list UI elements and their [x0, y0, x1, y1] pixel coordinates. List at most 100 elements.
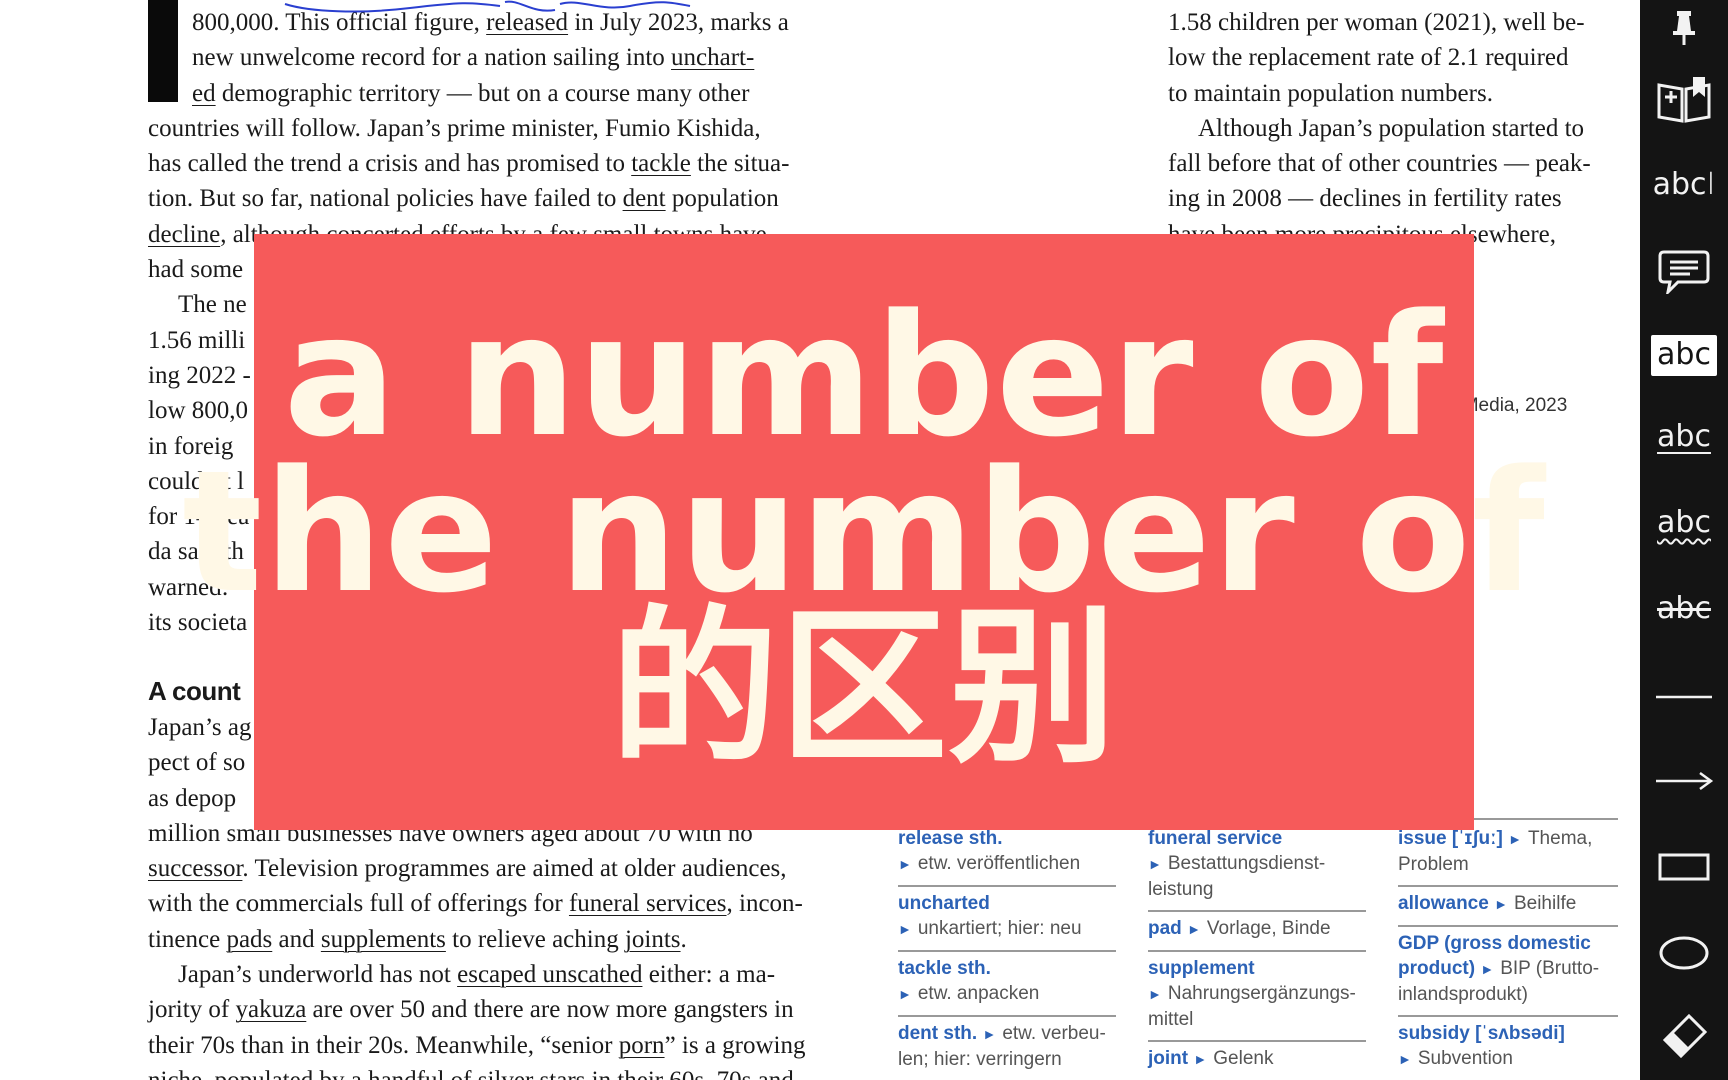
underlined-vocab-word: ed	[192, 79, 216, 107]
text-segment: new unwelcome record for a nation sailin…	[192, 44, 672, 72]
highlight-label: abc	[1651, 334, 1717, 376]
squiggly-tool-button[interactable]: abc	[1640, 488, 1728, 558]
text-line: to maintain population numbers.	[1168, 76, 1618, 111]
ellipse-icon	[1659, 936, 1709, 970]
eraser-tool-button[interactable]	[1640, 1000, 1728, 1070]
line-tool-button[interactable]	[1640, 662, 1728, 732]
arrow-icon: ►	[898, 856, 912, 872]
text-segment: demographic territory — but on a course …	[215, 79, 750, 107]
section-heading: A count	[148, 676, 241, 706]
glossary-entry: pad ► Vorlage, Binde	[1148, 912, 1366, 952]
pdf-page[interactable]: 800,000. This official figure, released …	[0, 0, 1640, 1080]
arrow-icon: ►	[1187, 921, 1201, 937]
arrow-icon: ►	[898, 921, 912, 937]
arrow-right-icon	[1656, 771, 1714, 791]
pen-annotation[interactable]	[270, 0, 730, 20]
glossary-term: joint	[1148, 1048, 1189, 1069]
text-line: ing in 2008 — declines in fertility rate…	[1168, 181, 1618, 216]
text-line: successor. Television programmes are aim…	[148, 851, 866, 886]
glossary-entry: issue [ˈɪʃuː] ► Thema, Problem	[1398, 822, 1618, 887]
arrow-icon: ►	[1494, 896, 1508, 912]
overlay-line-3: 的区别	[610, 590, 1118, 786]
text-segment: tion. But so far, national policies have…	[148, 185, 623, 213]
text-line: low the replacement rate of 2.1 required	[1168, 40, 1618, 75]
text-segment: low the replacement rate of 2.1 required	[1168, 44, 1569, 72]
title-overlay-card: a number of the number of 的区别	[182, 234, 1545, 830]
ellipse-tool-button[interactable]	[1640, 918, 1728, 988]
arrow-icon: ►	[1193, 1051, 1208, 1067]
text-segment: . Television programmes are aimed at old…	[242, 855, 787, 883]
text-segment: niche, populated by a handful of silver …	[148, 1067, 794, 1080]
glossary-column-1: release sth. ► etw. veröffentlichen unchar…	[898, 818, 1116, 1080]
underlined-vocab-word: dent	[622, 185, 666, 213]
underlined-vocab-word: escaped unscathed	[457, 961, 643, 989]
text-line: has called the trend a crisis and has pr…	[148, 146, 866, 181]
text-segment: with the commercials full of offerings f…	[148, 890, 569, 918]
text-segment: fall before that of other countries — pe…	[1168, 150, 1591, 178]
strikeout-label: abc	[1657, 591, 1711, 626]
underline-label: abc	[1657, 419, 1711, 454]
strikeout-tool-button[interactable]: abc	[1640, 574, 1728, 644]
glossary-entry: subsidy [ˈsʌbsədi] ► Subvention	[1398, 1017, 1618, 1080]
text-line: 1.58 children per woman (2021), well be-	[1168, 5, 1618, 40]
text-segment: to relieve aching	[445, 925, 625, 953]
text-segment: as depop	[148, 784, 237, 812]
glossary-term: pad	[1148, 918, 1182, 939]
text-select-tool-button[interactable]: abc I	[1640, 150, 1728, 220]
glossary-entry: uncharted ► unkartiert; hier: neu	[898, 887, 1116, 952]
line-icon	[1656, 695, 1712, 699]
glossary-term: release sth.	[898, 828, 1003, 849]
rectangle-icon	[1658, 853, 1710, 881]
arrow-icon: ►	[1508, 831, 1522, 847]
glossary-def: etw. anpacken	[917, 983, 1040, 1004]
glossary-def: Bestattungsdienst-leistung	[1148, 853, 1326, 900]
glossary-term: uncharted	[898, 893, 990, 914]
pin-icon	[1673, 11, 1695, 45]
pin-tool-button[interactable]	[1640, 0, 1728, 62]
comment-tool-button[interactable]	[1640, 236, 1728, 306]
glossary-column-3: issue [ˈɪʃuː] ► Thema, Problem allowance …	[1398, 818, 1618, 1080]
glossary-term: tackle sth.	[898, 958, 991, 979]
text-line: Although Japan’s population started to	[1168, 111, 1618, 146]
underline-tool-button[interactable]: abc	[1640, 402, 1728, 472]
arrow-tool-button[interactable]	[1640, 746, 1728, 816]
underlined-vocab-word: decline	[148, 220, 221, 248]
glossary-column-2: funeral service ► Bestattungsdienst-leistu…	[1148, 818, 1366, 1080]
glossary-term: allowance	[1398, 893, 1489, 914]
highlight-tool-button[interactable]: abc	[1640, 320, 1728, 390]
underlined-vocab-word: unchart-	[671, 44, 755, 72]
text-segment: 1.58 children per woman (2021), well be-	[1168, 9, 1585, 36]
glossary-entry: dent sth. ► etw. verbeu-len; hier: verrin…	[898, 1017, 1116, 1080]
overlay-line-1: a number of	[283, 278, 1445, 474]
text-segment: ” is a growing	[664, 1031, 806, 1059]
book-plus-icon	[1657, 77, 1711, 123]
text-segment: Japan’s ag	[148, 714, 252, 741]
glossary-term: subsidy [ˈsʌbsədi]	[1398, 1023, 1565, 1044]
arrow-icon: ►	[1398, 1051, 1412, 1067]
glossary-term: supplement	[1148, 958, 1255, 979]
arrow-icon: ►	[1148, 986, 1162, 1002]
text-segment: ing 2022 -	[148, 361, 251, 389]
text-segment: had some	[148, 256, 244, 284]
text-segment: , incon-	[726, 890, 803, 918]
glossary-entry: GDP (gross domestic product) ► BIP (Brutt…	[1398, 927, 1618, 1017]
underlined-vocab-word: porn	[618, 1031, 665, 1059]
add-bookmark-button[interactable]	[1640, 64, 1728, 134]
glossary-entry: funeral service ► Bestattungsdienst-leistu…	[1148, 822, 1366, 912]
glossary-term: issue [ˈɪʃuː]	[1398, 828, 1503, 849]
underlined-vocab-word: successor	[148, 855, 243, 883]
text-line: fall before that of other countries — pe…	[1168, 146, 1618, 181]
text-segment: The ne	[178, 291, 247, 319]
glossary-entry: joint ► Gelenk	[1148, 1042, 1366, 1080]
rectangle-tool-button[interactable]	[1640, 832, 1728, 902]
text-segment: tinence	[148, 925, 227, 953]
underlined-vocab-word: supplements	[320, 925, 446, 953]
text-segment: low 800,0	[148, 397, 248, 425]
text-line: with the commercials full of offerings f…	[148, 886, 866, 921]
squiggly-label: abc	[1657, 505, 1711, 540]
text-line: countries will follow. Japan’s prime min…	[148, 111, 866, 146]
text-segment: their 70s than in their 20s. Meanwhile, …	[148, 1031, 619, 1059]
glossary-term: dent sth.	[898, 1023, 978, 1044]
text-select-label: abc	[1652, 167, 1707, 202]
text-line: niche, populated by a handful of silver …	[148, 1063, 866, 1080]
